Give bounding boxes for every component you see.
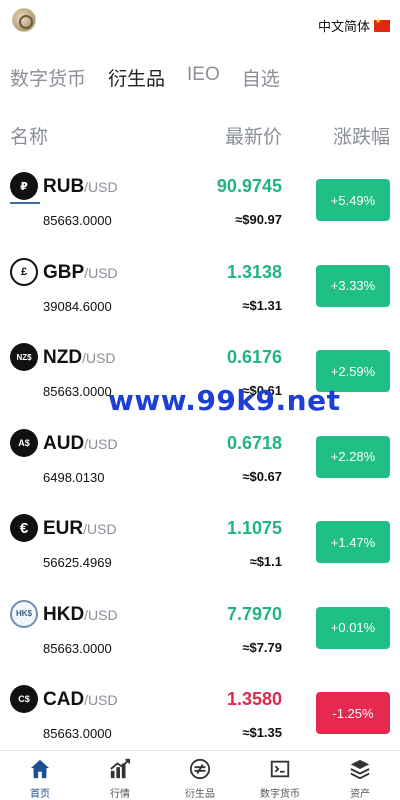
ruble-icon: ₽ <box>10 172 38 200</box>
pound-icon: £ <box>10 257 38 286</box>
tab-favorites[interactable]: 自选 <box>242 64 280 91</box>
layers-icon <box>350 759 370 780</box>
nav-market[interactable]: 行情 <box>80 751 160 800</box>
pair-symbol: EUR <box>43 518 84 539</box>
china-flag-icon <box>374 17 390 32</box>
terminal-icon <box>270 760 290 778</box>
tab-derivatives[interactable]: 衍生品 <box>108 64 165 91</box>
nav-label: 资产 <box>350 789 370 800</box>
pair-symbol: GBP <box>43 261 85 283</box>
column-headers: 名称 最新价 涨跌幅 <box>0 122 400 149</box>
pair-quote: /USD <box>82 350 116 366</box>
volume: 85663.0000 <box>43 213 112 228</box>
tab-ieo[interactable]: IEO <box>187 64 220 91</box>
aud-icon: A$ <box>10 428 38 457</box>
derivatives-icon <box>189 758 211 780</box>
usd-equivalent: ≈$1.31 <box>242 297 282 313</box>
last-price: 0.6718 <box>226 432 282 453</box>
change-badge[interactable]: -1.25% <box>316 692 390 734</box>
pair-quote: /USD <box>84 179 118 195</box>
home-icon <box>30 759 50 779</box>
volume: 39084.6000 <box>43 298 112 314</box>
pair-symbol: RUB <box>43 176 85 197</box>
last-price: 1.1075 <box>226 518 282 538</box>
change-badge[interactable]: +3.33% <box>316 264 390 307</box>
pair-quote: /USD <box>84 606 118 623</box>
cad-icon: C$ <box>10 685 38 713</box>
table-row[interactable]: C$ CAD/USD 85663.0000 1.3580 ≈$1.35 -1.2… <box>0 671 400 757</box>
pair-symbol: CAD <box>43 689 85 710</box>
last-price: 1.3580 <box>226 689 282 709</box>
volume: 85663.0000 <box>43 384 112 399</box>
nzd-icon: NZ$ <box>10 343 38 371</box>
volume: 85663.0000 <box>43 640 112 656</box>
usd-equivalent: ≈$0.67 <box>242 468 282 484</box>
volume: 85663.0000 <box>43 726 112 741</box>
nav-assets[interactable]: 资产 <box>320 751 400 800</box>
last-price: 90.9745 <box>216 176 282 196</box>
table-row[interactable]: HK$ HKD/USD 85663.0000 7.7970 ≈$7.79 +0.… <box>0 586 400 672</box>
column-header-price[interactable]: 最新价 <box>225 122 282 149</box>
usd-equivalent: ≈$90.97 <box>235 212 282 227</box>
bottom-nav: 首页 行情 衍生品 数字货币 资产 <box>0 750 400 800</box>
table-row[interactable]: A$ AUD/USD 6498.0130 0.6718 ≈$0.67 +2.28… <box>0 415 400 501</box>
pair-quote: /USD <box>84 435 118 452</box>
table-row[interactable]: € EUR/USD 56625.4969 1.1075 ≈$1.1 +1.47% <box>0 500 400 586</box>
pair-quote: /USD <box>84 692 118 708</box>
last-price: 0.6176 <box>226 347 282 367</box>
usd-equivalent: ≈$1.1 <box>249 554 282 569</box>
nav-label: 首页 <box>30 789 50 800</box>
nav-derivatives[interactable]: 衍生品 <box>160 751 240 800</box>
change-badge[interactable]: +0.01% <box>316 606 390 649</box>
nav-digital-currency[interactable]: 数字货币 <box>240 751 320 800</box>
last-price: 7.7970 <box>226 603 282 624</box>
column-header-change[interactable]: 涨跌幅 <box>333 122 390 149</box>
pair-quote: /USD <box>84 264 118 281</box>
pair-quote: /USD <box>83 521 117 537</box>
nav-home[interactable]: 首页 <box>0 751 80 800</box>
language-selector[interactable]: 中文简体 <box>318 16 390 35</box>
pair-symbol: NZD <box>43 347 83 368</box>
change-badge[interactable]: +2.28% <box>316 435 390 478</box>
nav-label: 数字货币 <box>260 789 300 800</box>
market-list: ₽ RUB/USD 85663.0000 90.9745 ≈$90.97 +5.… <box>0 158 400 757</box>
table-row[interactable]: £ GBP/USD 39084.6000 1.3138 ≈$1.31 +3.33… <box>0 244 400 330</box>
icon-underline <box>10 202 40 204</box>
euro-icon: € <box>10 514 38 542</box>
app-logo-icon[interactable] <box>12 8 36 32</box>
volume: 56625.4969 <box>43 555 112 570</box>
last-price: 1.3138 <box>226 261 282 282</box>
change-badge[interactable]: +5.49% <box>316 179 390 221</box>
watermark-text: www.99k9.net <box>108 384 341 417</box>
hkd-icon: HK$ <box>10 599 38 628</box>
volume: 6498.0130 <box>43 469 105 485</box>
nav-label: 行情 <box>110 789 130 800</box>
column-header-name[interactable]: 名称 <box>10 122 48 149</box>
usd-equivalent: ≈$7.79 <box>242 639 282 655</box>
table-row[interactable]: ₽ RUB/USD 85663.0000 90.9745 ≈$90.97 +5.… <box>0 158 400 244</box>
top-bar: 中文简体 <box>0 0 400 44</box>
change-badge[interactable]: +1.47% <box>316 521 390 563</box>
usd-equivalent: ≈$1.35 <box>242 725 282 740</box>
tab-digital-currency[interactable]: 数字货币 <box>10 64 86 91</box>
pair-symbol: HKD <box>43 603 85 625</box>
market-tabs: 数字货币 衍生品 IEO 自选 <box>10 64 280 91</box>
language-label: 中文简体 <box>317 19 370 34</box>
pair-symbol: AUD <box>43 432 85 454</box>
chart-icon <box>110 758 131 779</box>
nav-label: 衍生品 <box>185 789 215 800</box>
